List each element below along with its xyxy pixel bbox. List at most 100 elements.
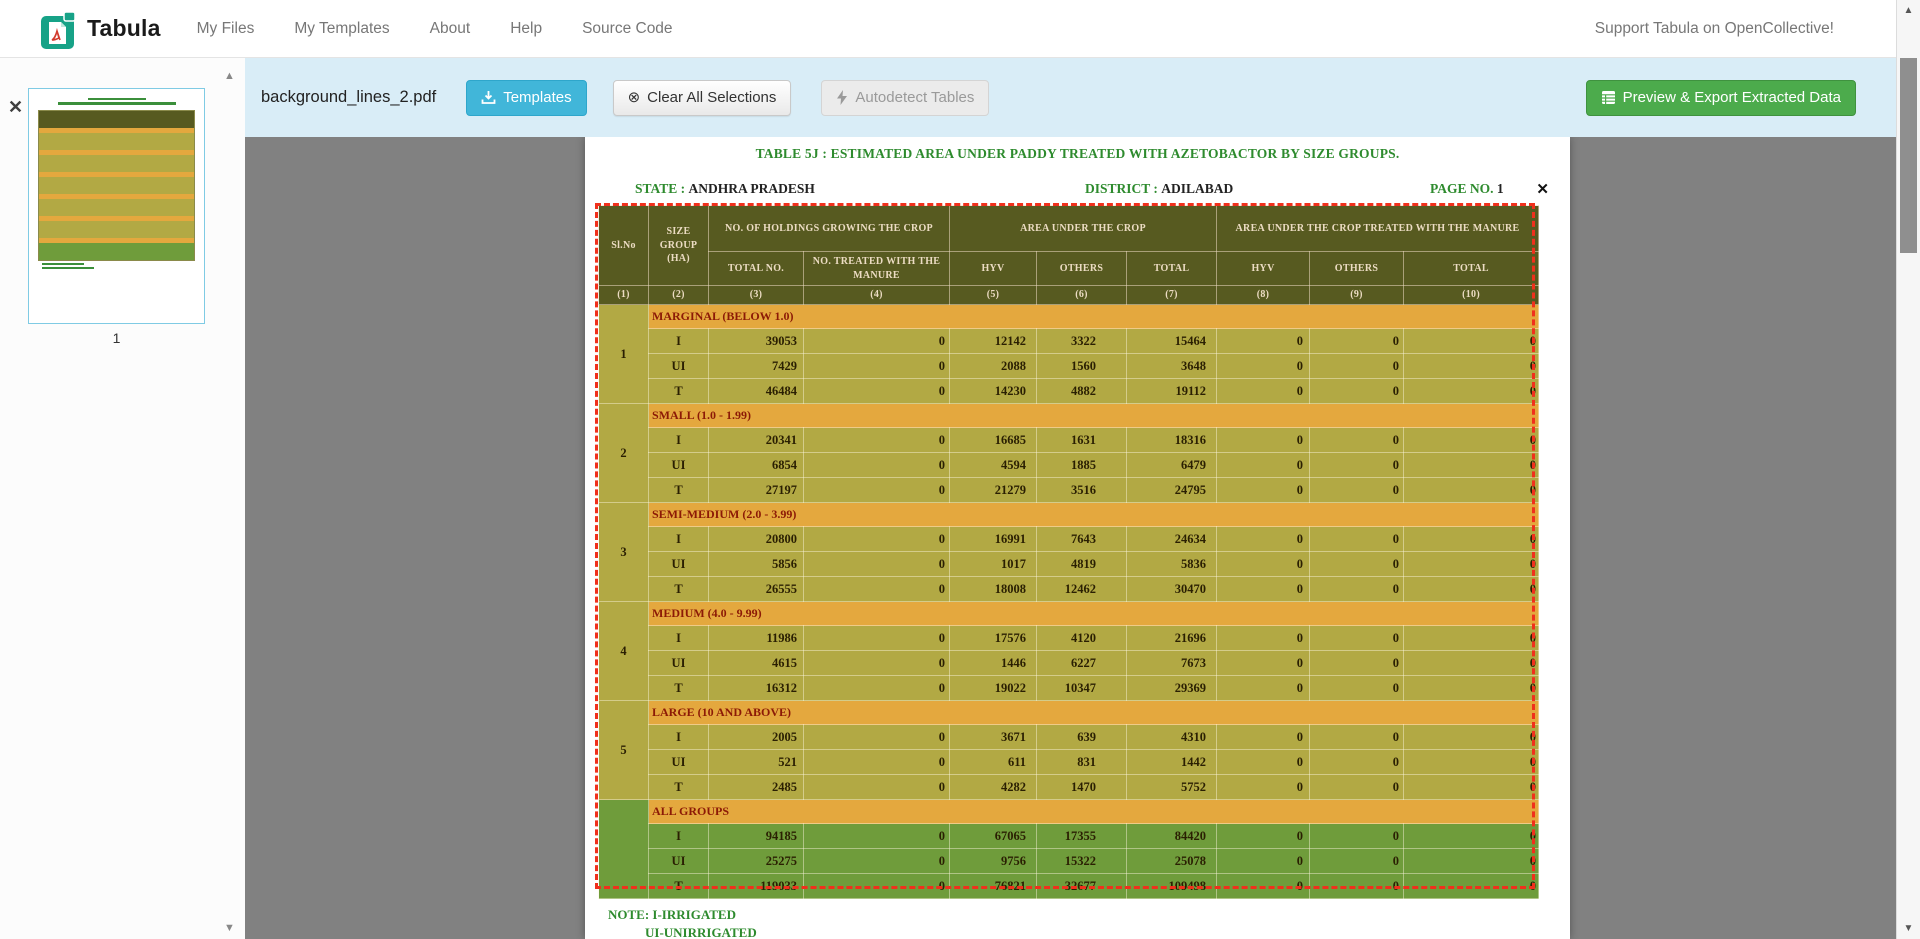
- top-navbar: Tabula My Files My Templates About Help …: [0, 0, 1896, 58]
- table-cell: 1631: [1037, 428, 1127, 453]
- page-sidebar: ✕ 1 ▲ ▼: [0, 58, 245, 939]
- remove-page-icon[interactable]: ✕: [8, 98, 23, 116]
- table-cell: 76821: [950, 874, 1037, 899]
- table-header-number: (5): [950, 286, 1037, 305]
- pdf-page[interactable]: TABLE 5J : ESTIMATED AREA UNDER PADDY TR…: [585, 137, 1570, 939]
- table-cell: 32677: [1037, 874, 1127, 899]
- nav-link-my-templates[interactable]: My Templates: [294, 20, 389, 38]
- table-cell: UI: [649, 651, 709, 676]
- table-cell: 0: [1217, 874, 1310, 899]
- table-cell: 0: [1217, 428, 1310, 453]
- table-data-row: I20341016685163118316000: [599, 428, 1539, 453]
- thumbnail-title-line: [88, 98, 146, 100]
- table-cell: UI: [649, 453, 709, 478]
- table-cell: 17355: [1037, 824, 1127, 849]
- table-cell: 0: [1217, 676, 1310, 701]
- table-data-row: T27197021279351624795000: [599, 478, 1539, 503]
- nav-links: My Files My Templates About Help Source …: [197, 20, 673, 38]
- table-cell: 11986: [709, 626, 804, 651]
- table-cell: 0: [1310, 824, 1404, 849]
- clear-all-selections-button[interactable]: ⊗ Clear All Selections: [613, 80, 792, 116]
- table-cell: 0: [1217, 478, 1310, 503]
- table-header-group: AREA UNDER THE CROP TREATED WITH THE MAN…: [1217, 206, 1539, 252]
- table-group-band: MEDIUM (4.0 - 9.99): [649, 602, 1539, 626]
- nav-link-my-files[interactable]: My Files: [197, 20, 255, 38]
- document-note-line2: UI-UNIRRIGATED: [645, 925, 757, 939]
- table-cell: 0: [1217, 775, 1310, 800]
- templates-button[interactable]: Templates: [466, 80, 586, 116]
- table-cell: 24634: [1127, 527, 1217, 552]
- support-link[interactable]: Support Tabula on OpenCollective!: [1595, 20, 1834, 38]
- table-cell: 0: [1404, 849, 1539, 874]
- table-cell: 0: [804, 874, 950, 899]
- table-cell: 9756: [950, 849, 1037, 874]
- table-data-row: T11903307682132677109498000: [599, 874, 1539, 899]
- table-cell: 5836: [1127, 552, 1217, 577]
- table-cell: 0: [804, 329, 950, 354]
- table-cell: 2088: [950, 354, 1037, 379]
- table-cell: 4120: [1037, 626, 1127, 651]
- brand[interactable]: Tabula: [40, 8, 161, 50]
- sidebar-scroll-down-icon[interactable]: ▼: [224, 922, 235, 934]
- table-cell: 0: [804, 626, 950, 651]
- table-header-group: AREA UNDER THE CROP: [950, 206, 1217, 252]
- brand-name: Tabula: [87, 15, 161, 42]
- table-cell: 0: [804, 354, 950, 379]
- table-cell: 0: [1217, 379, 1310, 404]
- table-cell: 2005: [709, 725, 804, 750]
- table-cell: 0: [1404, 824, 1539, 849]
- clear-selections-icon: ⊗: [628, 90, 641, 105]
- table-cell: 0: [1404, 676, 1539, 701]
- table-cell: 3516: [1037, 478, 1127, 503]
- table-cell: 0: [1404, 478, 1539, 503]
- table-cell: 0: [804, 824, 950, 849]
- table-data-row: T163120190221034729369000: [599, 676, 1539, 701]
- table-header-cell: OTHERS: [1310, 252, 1404, 286]
- table-cell: 119033: [709, 874, 804, 899]
- state-field: STATE : ANDHRA PRADESH: [635, 181, 815, 197]
- table-cell: 14230: [950, 379, 1037, 404]
- scrollbar-thumb[interactable]: [1900, 58, 1917, 253]
- sidebar-scroll-up-icon[interactable]: ▲: [224, 70, 235, 82]
- table-cell: 0: [1217, 527, 1310, 552]
- table-header-cell: SIZE GROUP (HA): [649, 206, 709, 286]
- preview-export-button[interactable]: Preview & Export Extracted Data: [1586, 80, 1856, 116]
- selection-close-icon[interactable]: ✕: [1536, 180, 1549, 198]
- table-cell: 1560: [1037, 354, 1127, 379]
- page-no-field: PAGE NO. 1: [1430, 181, 1504, 197]
- table-cell: 0: [1217, 552, 1310, 577]
- table-cell: 0: [804, 527, 950, 552]
- table-list-icon: [1601, 90, 1616, 105]
- lightning-bolt-icon: [836, 90, 848, 105]
- nav-link-source-code[interactable]: Source Code: [582, 20, 672, 38]
- table-data-row: I20800016991764324634000: [599, 527, 1539, 552]
- nav-link-about[interactable]: About: [430, 20, 471, 38]
- table-slno-cell: 4: [599, 602, 649, 701]
- table-group-band: MARGINAL (BELOW 1.0): [649, 305, 1539, 329]
- table-cell: 0: [1310, 775, 1404, 800]
- nav-link-help[interactable]: Help: [510, 20, 542, 38]
- table-cell: 15322: [1037, 849, 1127, 874]
- table-cell: 0: [1310, 527, 1404, 552]
- table-data-row: T46484014230488219112000: [599, 379, 1539, 404]
- table-cell: T: [649, 577, 709, 602]
- table-data-row: T265550180081246230470000: [599, 577, 1539, 602]
- table-cell: 84420: [1127, 824, 1217, 849]
- scrollbar-down-icon[interactable]: ▼: [1897, 923, 1920, 934]
- table-cell: 0: [1404, 329, 1539, 354]
- scrollbar-up-icon[interactable]: ▲: [1897, 5, 1920, 16]
- table-group-band: ALL GROUPS: [649, 800, 1539, 824]
- table-cell: UI: [649, 849, 709, 874]
- table-header-number: (8): [1217, 286, 1310, 305]
- table-cell: 0: [1310, 874, 1404, 899]
- window-scrollbar[interactable]: ▲ ▼: [1896, 0, 1920, 939]
- table-cell: 0: [1217, 651, 1310, 676]
- table-slno-cell: 1: [599, 305, 649, 404]
- page-thumbnail[interactable]: [28, 88, 205, 324]
- table-cell: 67065: [950, 824, 1037, 849]
- toolbar: background_lines_2.pdf Templates ⊗ Clear…: [245, 58, 1896, 137]
- table-cell: 6479: [1127, 453, 1217, 478]
- table-cell: 0: [1310, 552, 1404, 577]
- table-cell: 0: [1217, 750, 1310, 775]
- table-cell: 0: [1310, 725, 1404, 750]
